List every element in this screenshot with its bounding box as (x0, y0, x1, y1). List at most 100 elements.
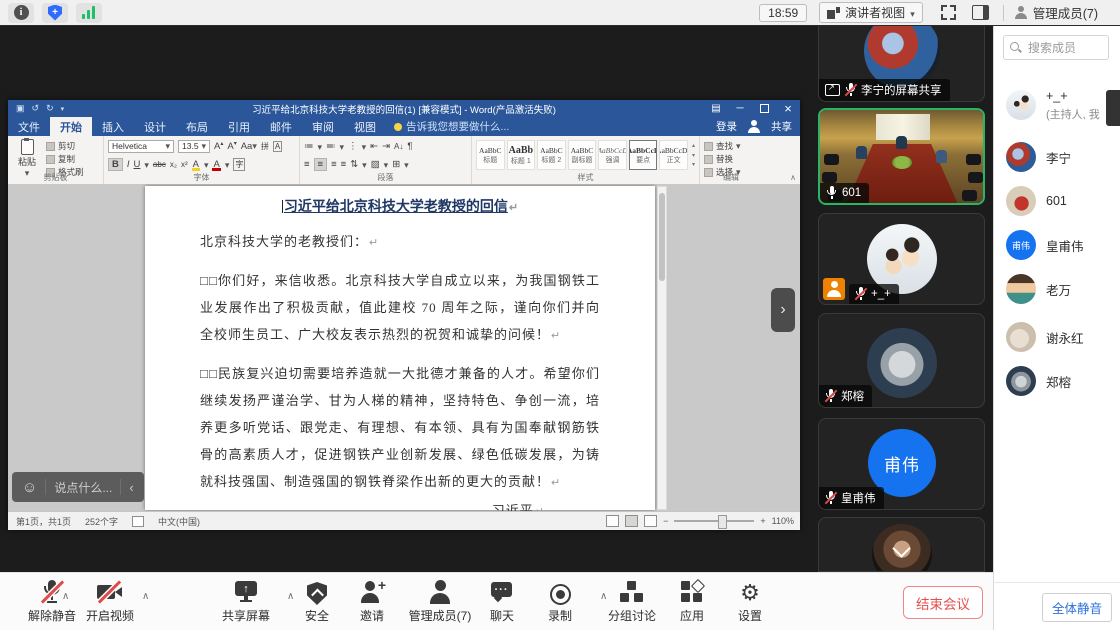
document-page[interactable]: 习近平给北京科技大学老教授的回信 北京科技大学的老教授们： □□你们好，来信收悉… (145, 186, 655, 510)
show-marks-icon[interactable]: ¶ (407, 141, 412, 152)
font-color-button[interactable]: A (212, 159, 220, 170)
zoom-in-button[interactable]: + (760, 516, 765, 526)
tab-references[interactable]: 引用 (218, 117, 260, 136)
document-scrollbar[interactable] (657, 186, 667, 510)
print-layout-icon[interactable] (625, 515, 638, 527)
mute-all-button[interactable]: 全体静音 (1042, 593, 1112, 622)
network-status-button[interactable] (76, 3, 102, 23)
search-input[interactable] (1026, 40, 1102, 56)
zoom-slider-knob[interactable] (718, 515, 727, 529)
video-tile-601[interactable]: 601 (818, 108, 985, 205)
close-button[interactable] (776, 100, 800, 117)
style-card-subtitle[interactable]: AaBbC副标题 (568, 140, 597, 170)
superscript-button[interactable]: x² (181, 160, 188, 169)
cut-button[interactable]: 剪切 (46, 140, 84, 152)
numbering-icon[interactable]: ≕ (326, 141, 336, 152)
align-left-icon[interactable]: ≡ (304, 159, 310, 170)
restore-button[interactable] (752, 100, 776, 117)
highlight-color-button[interactable]: A (192, 159, 200, 170)
video-tile-zhengrong[interactable]: 郑榕 (818, 313, 985, 408)
find-button[interactable]: 查找 (704, 140, 758, 152)
zoom-out-button[interactable]: − (663, 516, 668, 526)
collapse-ribbon-icon[interactable] (790, 173, 796, 182)
word-titlebar[interactable]: 习近平给北京科技大学老教授的回信(1) [兼容模式] - Word(产品激活失败… (8, 100, 800, 117)
video-tile-host[interactable]: +_+ (818, 213, 985, 305)
character-border-icon[interactable]: A (273, 141, 282, 152)
language-indicator[interactable]: 中文(中国) (158, 515, 200, 528)
video-options-chevron[interactable] (142, 591, 149, 602)
tab-mailings[interactable]: 邮件 (260, 117, 302, 136)
tab-layout[interactable]: 布局 (176, 117, 218, 136)
shading-icon[interactable]: ▨ (371, 159, 380, 170)
quick-access-toolbar[interactable] (16, 103, 64, 114)
zoom-level[interactable]: 110% (772, 516, 794, 526)
borders-icon[interactable]: ⊞ (392, 159, 400, 170)
styles-scroll[interactable]: ▴▾▾ (692, 140, 695, 170)
participant-row[interactable]: 老万 (1006, 269, 1118, 309)
style-card-heading2[interactable]: AaBbC标题 2 (537, 140, 566, 170)
tab-view[interactable]: 视图 (344, 117, 386, 136)
subscript-button[interactable]: x₂ (170, 160, 177, 169)
meeting-protection-button[interactable]: + (42, 3, 68, 23)
video-tile-partial[interactable] (818, 517, 985, 572)
save-icon[interactable] (16, 103, 25, 114)
chat-quick-bar[interactable]: ☺ 说点什么... ‹ (12, 472, 144, 502)
style-card-body[interactable]: AaBbCcDd正文 (659, 140, 688, 170)
strikethrough-button[interactable]: abc (153, 160, 166, 169)
end-meeting-button[interactable]: 结束会议 (903, 586, 983, 619)
proofing-icon[interactable] (132, 516, 144, 527)
quick-access-dropdown-icon[interactable] (61, 103, 65, 114)
participant-row-host[interactable]: +_+(主持人, 我 (1006, 83, 1118, 127)
style-card-selected[interactable]: AaBbCcD要点 (629, 140, 658, 170)
style-card-emphasis[interactable]: AaBbCcD强调 (598, 140, 627, 170)
web-layout-icon[interactable] (644, 515, 657, 527)
italic-button[interactable]: I (127, 159, 130, 170)
word-count[interactable]: 252个字 (85, 515, 118, 528)
align-right-icon[interactable]: ≡ (331, 159, 337, 170)
sort-icon[interactable]: A↓ (394, 142, 403, 151)
video-tile-screenshare[interactable]: 李宁的屏幕共享 (818, 25, 985, 102)
participant-row[interactable]: 601 (1006, 181, 1118, 221)
fullscreen-button[interactable] (941, 5, 956, 20)
line-spacing-icon[interactable]: ⇅ (350, 159, 358, 170)
collapse-chat-icon[interactable]: ‹ (129, 480, 133, 495)
replace-button[interactable]: 替换 (704, 153, 758, 165)
bold-button[interactable]: B (108, 158, 123, 171)
decrease-indent-icon[interactable]: ⇤ (370, 141, 378, 152)
underline-button[interactable]: U (134, 159, 141, 170)
participant-row[interactable]: 甫伟 皇甫伟 (1006, 225, 1118, 265)
font-size-select[interactable]: 13.5 (178, 140, 210, 153)
sign-in-link[interactable]: 登录 (716, 119, 737, 134)
grow-font-icon[interactable]: A▴ (214, 140, 223, 152)
phonetic-guide-icon[interactable]: 拼 (261, 141, 269, 152)
member-search-box[interactable] (1003, 35, 1109, 60)
font-name-select[interactable]: Helvetica (108, 140, 174, 153)
align-center-icon[interactable]: ≡ (314, 158, 328, 171)
shrink-font-icon[interactable]: A▾ (227, 140, 236, 152)
share-link[interactable]: 共享 (771, 119, 792, 134)
participant-row[interactable]: 郑榕 (1006, 361, 1118, 401)
settings-button[interactable]: 设置 (708, 580, 792, 624)
undo-icon[interactable] (32, 103, 40, 114)
tell-me-box[interactable]: 告诉我您想要做什么... (394, 119, 509, 134)
video-tile-huangfuwei[interactable]: 甫伟 皇甫伟 (818, 418, 985, 510)
side-panel-toggle[interactable] (972, 5, 989, 20)
copy-button[interactable]: 复制 (46, 153, 84, 165)
tab-review[interactable]: 审阅 (302, 117, 344, 136)
minimize-button[interactable] (728, 100, 752, 117)
redo-icon[interactable] (46, 103, 54, 114)
bullets-icon[interactable]: ≔ (304, 141, 314, 152)
style-card-heading1[interactable]: AaBb标题 1 (507, 140, 536, 170)
tab-insert[interactable]: 插入 (92, 117, 134, 136)
tab-design[interactable]: 设计 (134, 117, 176, 136)
ribbon-options-button[interactable] (704, 100, 728, 117)
increase-indent-icon[interactable]: ⇥ (382, 141, 390, 152)
participant-row[interactable]: 谢永红 (1006, 317, 1118, 357)
zoom-slider[interactable] (674, 520, 754, 522)
view-mode-selector[interactable]: 演讲者视图 (819, 2, 923, 23)
justify-icon[interactable]: ≡ (341, 159, 347, 170)
start-video-button[interactable]: 开启视频 (68, 580, 152, 624)
members-header[interactable]: 管理成员(7) (1014, 3, 1098, 22)
participant-row[interactable]: 李宁 (1006, 137, 1118, 177)
tab-file[interactable]: 文件 (8, 117, 50, 136)
